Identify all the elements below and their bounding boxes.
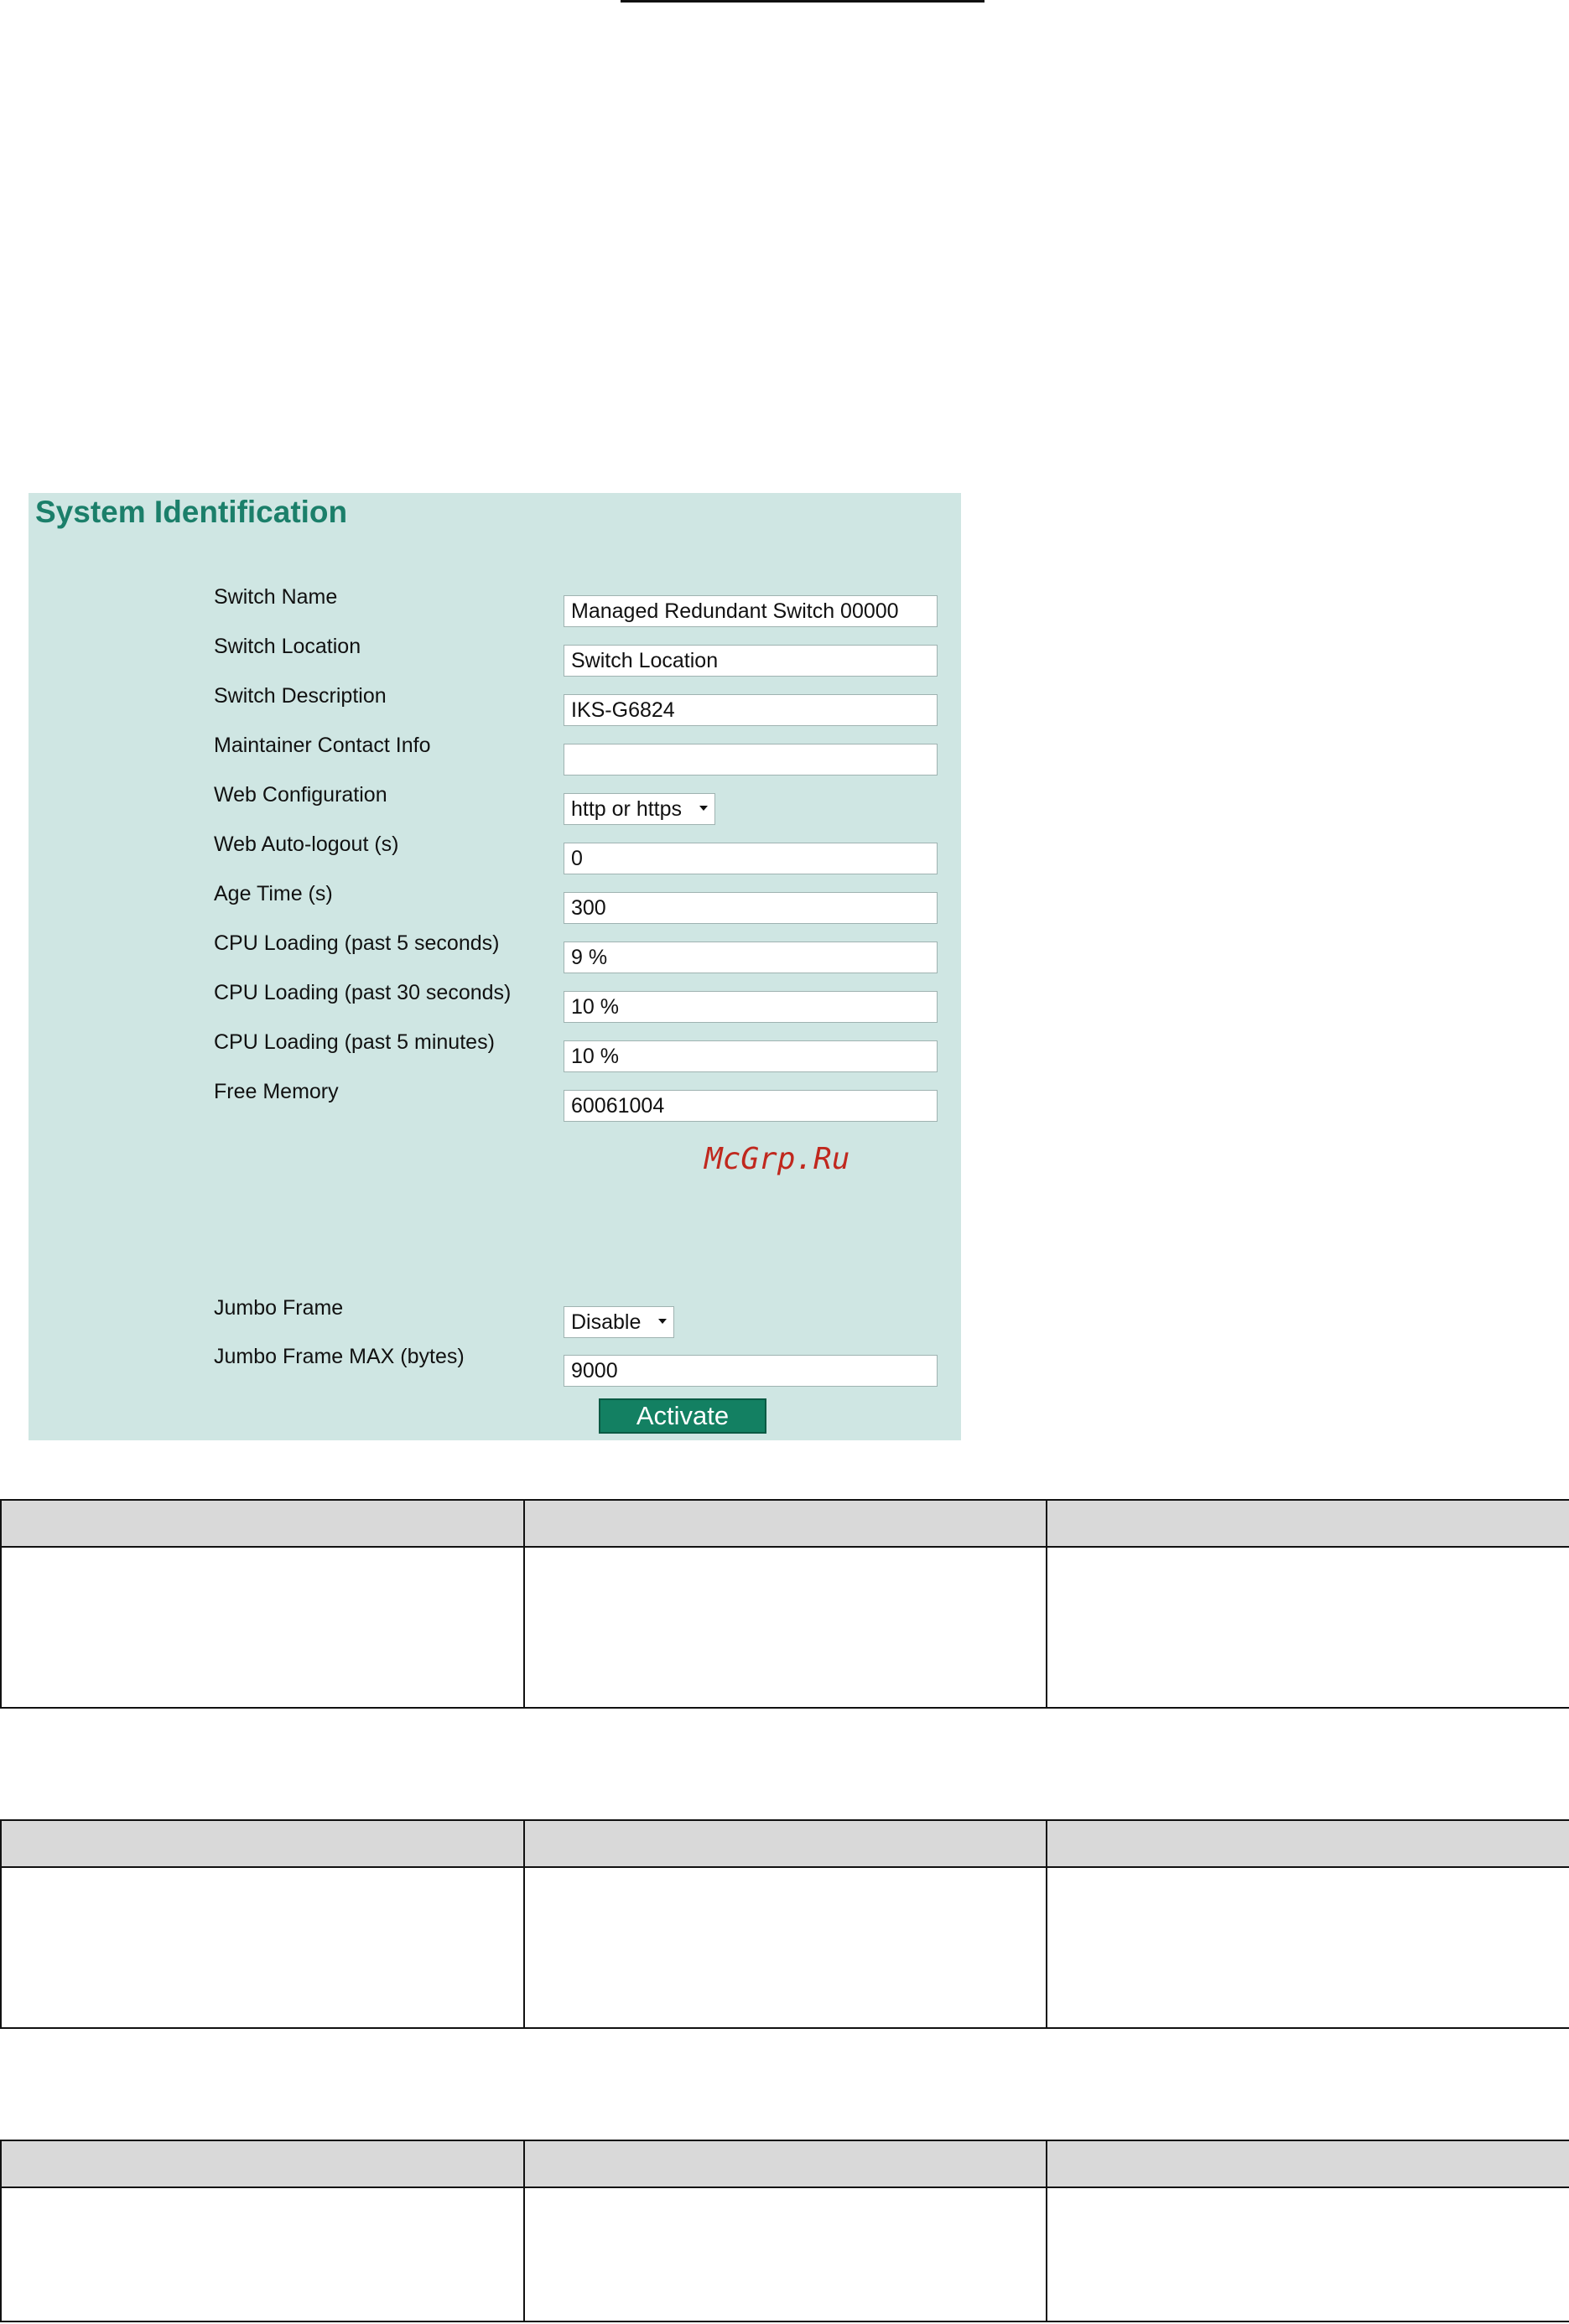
jumbo-frame-max-row: Jumbo Frame MAX (bytes) 9000 <box>29 1345 961 1387</box>
maintainer-contact-input[interactable] <box>564 744 938 776</box>
table-header-cell <box>1046 1499 1569 1548</box>
table-row <box>0 1866 1569 2029</box>
age-time-input[interactable]: 300 <box>564 892 938 924</box>
table-row <box>0 2187 1569 2322</box>
age-time-label: Age Time (s) <box>214 882 333 905</box>
free-memory-value: 60061004 <box>564 1090 938 1122</box>
panel-title: System Identification <box>35 495 348 529</box>
parameter-table-3 <box>0 2140 1569 2322</box>
table-cell <box>523 2187 1047 2322</box>
age-time-row: Age Time (s) 300 <box>29 882 961 924</box>
cpu-loading-5m-value: 10 % <box>564 1040 938 1072</box>
jumbo-frame-row: Jumbo Frame Disable <box>29 1296 961 1338</box>
free-memory-row: Free Memory 60061004 <box>29 1080 961 1122</box>
table-cell <box>1046 1546 1569 1709</box>
table-cell <box>523 1546 1047 1709</box>
top-rule <box>621 0 985 3</box>
switch-location-label: Switch Location <box>214 635 361 658</box>
table-cell <box>523 1866 1047 2029</box>
table-cell <box>1046 2187 1569 2322</box>
activate-button[interactable]: Activate <box>599 1398 766 1434</box>
switch-name-input[interactable]: Managed Redundant Switch 00000 <box>564 595 938 627</box>
chevron-down-icon <box>658 1319 668 1325</box>
cpu-loading-30s-label: CPU Loading (past 30 seconds) <box>214 981 512 1004</box>
table-cell <box>0 1866 525 2029</box>
cpu-loading-5m-row: CPU Loading (past 5 minutes) 10 % <box>29 1030 961 1072</box>
table-cell <box>0 2187 525 2322</box>
cpu-loading-30s-row: CPU Loading (past 30 seconds) 10 % <box>29 981 961 1023</box>
cpu-loading-5s-row: CPU Loading (past 5 seconds) 9 % <box>29 931 961 973</box>
table-header-row <box>0 1819 1569 1868</box>
switch-name-row: Switch Name Managed Redundant Switch 000… <box>29 585 961 627</box>
maintainer-contact-row: Maintainer Contact Info <box>29 734 961 776</box>
jumbo-frame-select[interactable]: Disable <box>564 1306 675 1338</box>
switch-location-row: Switch Location Switch Location <box>29 635 961 677</box>
jumbo-frame-label: Jumbo Frame <box>214 1296 344 1320</box>
web-configuration-label: Web Configuration <box>214 783 387 807</box>
table-header-cell <box>0 1499 525 1548</box>
switch-description-label: Switch Description <box>214 684 387 708</box>
watermark: McGrp.Ru <box>704 1142 850 1176</box>
table-header-row <box>0 2140 1569 2188</box>
cpu-loading-5s-label: CPU Loading (past 5 seconds) <box>214 931 500 955</box>
chevron-down-icon <box>699 806 708 812</box>
parameter-table-1 <box>0 1499 1569 1709</box>
cpu-loading-5s-value: 9 % <box>564 942 938 973</box>
cpu-loading-30s-value: 10 % <box>564 991 938 1023</box>
switch-description-row: Switch Description IKS-G6824 <box>29 684 961 726</box>
table-header-cell <box>0 2140 525 2188</box>
web-auto-logout-row: Web Auto-logout (s) 0 <box>29 833 961 874</box>
web-configuration-select[interactable]: http or https <box>564 793 715 825</box>
system-identification-panel: System Identification Switch Name Manage… <box>29 493 961 1440</box>
cpu-loading-5m-label: CPU Loading (past 5 minutes) <box>214 1030 495 1054</box>
jumbo-frame-max-label: Jumbo Frame MAX (bytes) <box>214 1345 465 1368</box>
web-configuration-row: Web Configuration http or https <box>29 783 961 825</box>
free-memory-label: Free Memory <box>214 1080 339 1103</box>
table-header-cell <box>523 1819 1047 1868</box>
table-header-cell <box>0 1819 525 1868</box>
table-cell <box>1046 1866 1569 2029</box>
maintainer-contact-label: Maintainer Contact Info <box>214 734 431 757</box>
switch-location-input[interactable]: Switch Location <box>564 645 938 677</box>
web-auto-logout-input[interactable]: 0 <box>564 843 938 874</box>
web-configuration-value: http or https <box>571 797 683 821</box>
web-auto-logout-label: Web Auto-logout (s) <box>214 833 399 856</box>
table-cell <box>0 1546 525 1709</box>
table-header-cell <box>523 2140 1047 2188</box>
table-row <box>0 1546 1569 1709</box>
switch-description-input[interactable]: IKS-G6824 <box>564 694 938 726</box>
jumbo-frame-max-input[interactable]: 9000 <box>564 1355 938 1387</box>
table-header-cell <box>523 1499 1047 1548</box>
table-header-cell <box>1046 1819 1569 1868</box>
jumbo-frame-value: Disable <box>571 1310 642 1334</box>
table-header-row <box>0 1499 1569 1548</box>
table-header-cell <box>1046 2140 1569 2188</box>
parameter-table-2 <box>0 1819 1569 2029</box>
switch-name-label: Switch Name <box>214 585 338 609</box>
